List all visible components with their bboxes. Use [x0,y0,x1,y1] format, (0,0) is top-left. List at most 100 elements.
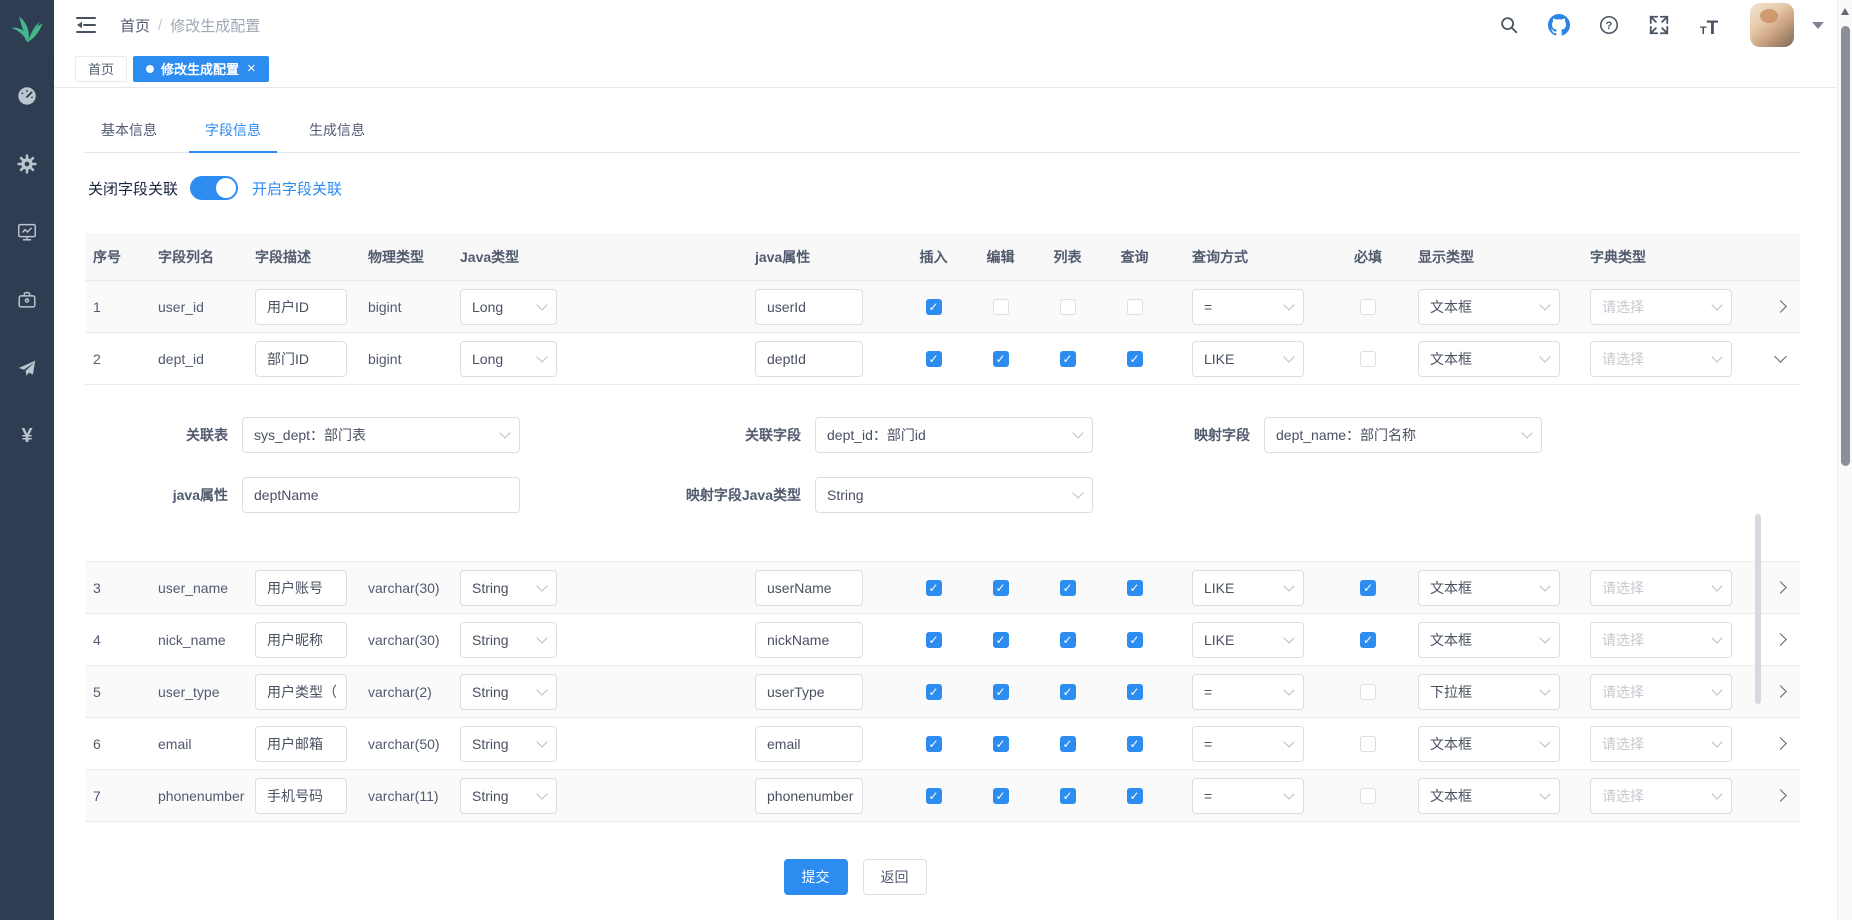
tag-home[interactable]: 首页 [75,56,127,82]
query-type-select[interactable]: = [1192,778,1304,814]
query-type-select[interactable]: LIKE [1192,622,1304,658]
java-prop-input[interactable]: phonenumber [755,778,863,814]
query-checkbox[interactable]: ✓ [1127,684,1143,700]
app-logo-icon[interactable] [9,12,45,48]
field-desc-input[interactable]: 部门ID [255,341,347,377]
tag-current-page[interactable]: 修改生成配置 × [133,56,269,82]
monitor-chart-icon[interactable] [15,220,39,244]
insert-checkbox[interactable]: ✓ [926,580,942,596]
tab-field-info[interactable]: 字段信息 [189,112,277,152]
edit-checkbox[interactable]: ✓ [993,684,1009,700]
required-checkbox[interactable]: ✓ [1360,632,1376,648]
github-icon[interactable] [1546,12,1572,38]
display-type-select[interactable]: 文本框 [1418,289,1560,325]
field-relation-switch[interactable] [190,176,238,200]
java-prop-input[interactable]: nickName [755,622,863,658]
map-field-select[interactable]: dept_name：部门名称 [1264,417,1542,453]
required-checkbox[interactable] [1360,299,1376,315]
dict-type-select[interactable]: 请选择 [1590,674,1732,710]
dict-type-select[interactable]: 请选择 [1590,778,1732,814]
expansion-java-prop-input[interactable]: deptName [242,477,520,513]
expand-row-button[interactable] [1774,300,1787,313]
back-button[interactable]: 返回 [863,859,927,895]
java-type-select[interactable]: String [460,570,557,606]
query-type-select[interactable]: = [1192,674,1304,710]
required-checkbox[interactable] [1360,788,1376,804]
submit-button[interactable]: 提交 [784,859,848,895]
insert-checkbox[interactable]: ✓ [926,684,942,700]
query-type-select[interactable]: LIKE [1192,570,1304,606]
font-size-icon[interactable]: TT [1696,12,1722,38]
required-checkbox[interactable]: ✓ [1360,580,1376,596]
insert-checkbox[interactable]: ✓ [926,736,942,752]
dict-type-select[interactable]: 请选择 [1590,622,1732,658]
edit-checkbox[interactable]: ✓ [993,632,1009,648]
relation-field-select[interactable]: dept_id：部门id [815,417,1093,453]
edit-checkbox[interactable] [993,299,1009,315]
breadcrumb-home[interactable]: 首页 [120,15,150,36]
collapse-menu-icon[interactable] [74,13,98,37]
send-plane-icon[interactable] [15,356,39,380]
dict-type-select[interactable]: 请选择 [1590,289,1732,325]
expand-row-button[interactable] [1774,581,1787,594]
java-type-select[interactable]: Long [460,289,557,325]
field-desc-input[interactable]: 用户ID [255,289,347,325]
search-icon[interactable] [1496,12,1522,38]
tab-basic-info[interactable]: 基本信息 [85,112,173,152]
java-type-select[interactable]: String [460,726,557,762]
toolbox-icon[interactable] [15,288,39,312]
expand-row-button[interactable] [1774,737,1787,750]
list-checkbox[interactable] [1060,299,1076,315]
field-desc-input[interactable]: 用户账号 [255,570,347,606]
java-prop-input[interactable]: email [755,726,863,762]
list-checkbox[interactable]: ✓ [1060,736,1076,752]
currency-yen-icon[interactable]: ¥ [15,424,39,448]
query-type-select[interactable]: = [1192,289,1304,325]
list-checkbox[interactable]: ✓ [1060,632,1076,648]
tab-generate-info[interactable]: 生成信息 [293,112,381,152]
map-java-type-select[interactable]: String [815,477,1093,513]
java-type-select[interactable]: String [460,778,557,814]
dict-type-select[interactable]: 请选择 [1590,341,1732,377]
settings-gear-icon[interactable] [15,152,39,176]
query-checkbox[interactable]: ✓ [1127,632,1143,648]
display-type-select[interactable]: 文本框 [1418,726,1560,762]
field-desc-input[interactable]: 用户昵称 [255,622,347,658]
list-checkbox[interactable]: ✓ [1060,351,1076,367]
list-checkbox[interactable]: ✓ [1060,684,1076,700]
required-checkbox[interactable] [1360,351,1376,367]
relation-table-select[interactable]: sys_dept：部门表 [242,417,520,453]
field-desc-input[interactable]: 手机号码 [255,778,347,814]
display-type-select[interactable]: 文本框 [1418,622,1560,658]
java-prop-input[interactable]: userType [755,674,863,710]
relation-on-label[interactable]: 开启字段关联 [252,178,342,199]
expand-row-button[interactable] [1774,685,1787,698]
query-checkbox[interactable]: ✓ [1127,788,1143,804]
expand-row-button[interactable] [1774,789,1787,802]
insert-checkbox[interactable]: ✓ [926,788,942,804]
display-type-select[interactable]: 文本框 [1418,341,1560,377]
help-icon[interactable]: ? [1596,12,1622,38]
query-checkbox[interactable]: ✓ [1127,736,1143,752]
expand-row-button[interactable] [1774,350,1787,363]
dashboard-icon[interactable] [15,84,39,108]
user-menu-caret-icon[interactable] [1812,22,1824,29]
query-checkbox[interactable] [1127,299,1143,315]
field-desc-input[interactable]: 用户类型（ [255,674,347,710]
query-checkbox[interactable]: ✓ [1127,351,1143,367]
fullscreen-icon[interactable] [1646,12,1672,38]
tag-close-icon[interactable]: × [247,60,256,77]
insert-checkbox[interactable]: ✓ [926,632,942,648]
required-checkbox[interactable] [1360,736,1376,752]
display-type-select[interactable]: 文本框 [1418,778,1560,814]
dict-type-select[interactable]: 请选择 [1590,570,1732,606]
java-prop-input[interactable]: userId [755,289,863,325]
java-type-select[interactable]: Long [460,341,557,377]
java-type-select[interactable]: String [460,674,557,710]
window-scrollbar[interactable] [1837,0,1852,920]
query-type-select[interactable]: = [1192,726,1304,762]
edit-checkbox[interactable]: ✓ [993,736,1009,752]
dict-type-select[interactable]: 请选择 [1590,726,1732,762]
required-checkbox[interactable] [1360,684,1376,700]
edit-checkbox[interactable]: ✓ [993,580,1009,596]
